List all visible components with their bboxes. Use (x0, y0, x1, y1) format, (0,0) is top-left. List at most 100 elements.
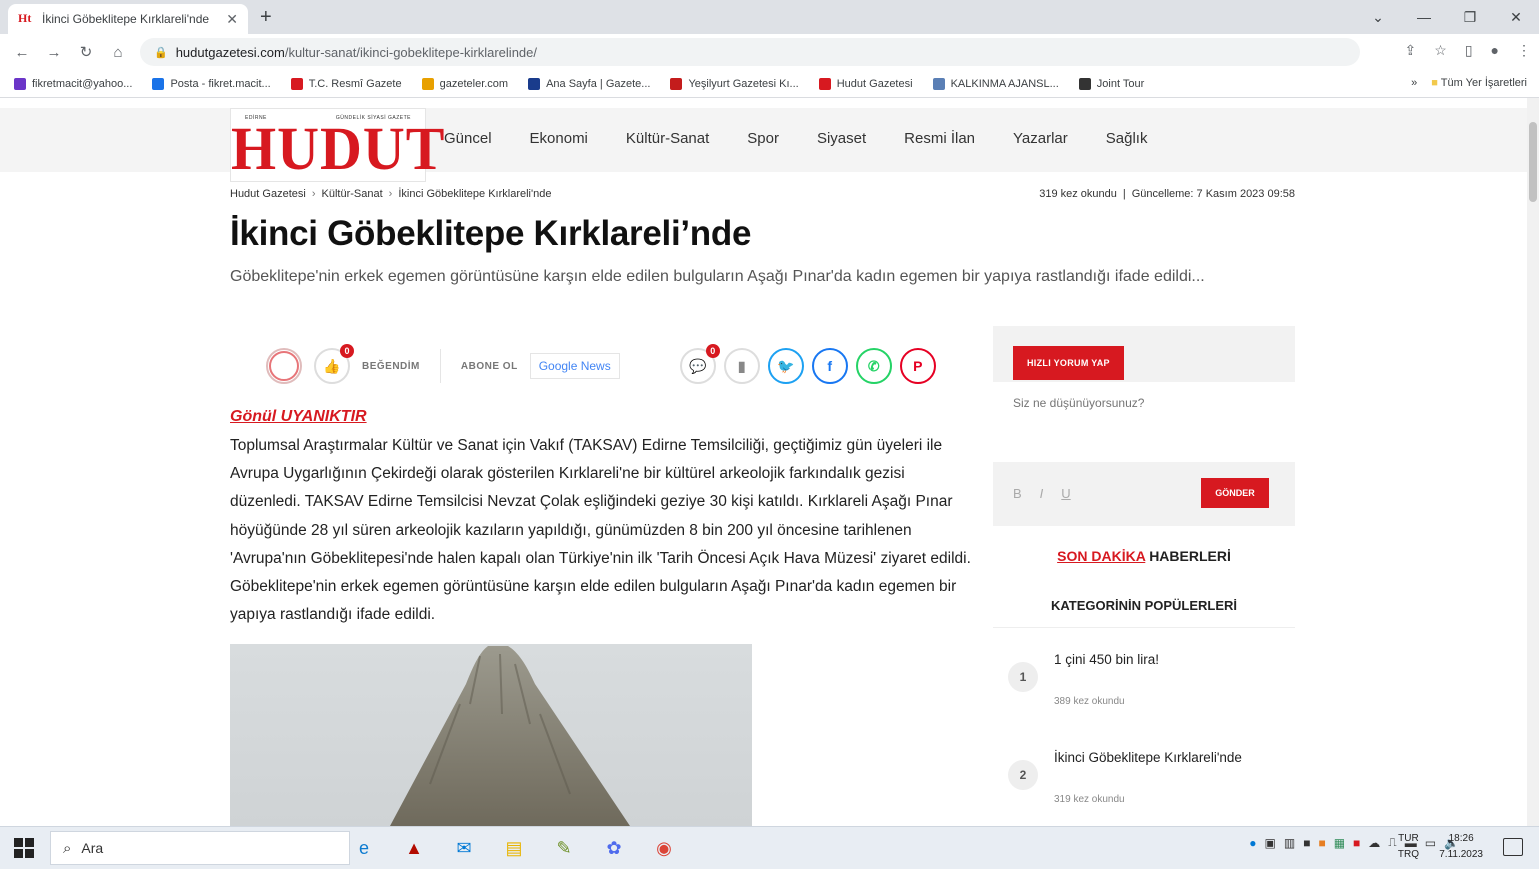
site-logo[interactable]: EDİRNE GÜNDELİK SİYASİ GAZETE HUDUT (230, 108, 444, 182)
close-window-icon[interactable]: ✕ (1493, 9, 1539, 26)
share-buttons: 💬 0 ▮ 🐦 f ✆ P (679, 344, 936, 384)
clock[interactable]: 18:26 7.11.2023 (1439, 831, 1483, 863)
menu-icon[interactable]: ⋮ (1517, 42, 1531, 59)
settings-app-icon[interactable]: ✿ (600, 831, 628, 865)
language-indicator[interactable]: TUR TRQ (1398, 831, 1419, 863)
breadcrumb-separator-icon: › (311, 188, 316, 200)
all-bookmarks[interactable]: ■ Tüm Yer İşaretleri (1431, 77, 1527, 89)
taskbar-search[interactable]: ⌕ Ara (50, 831, 350, 865)
dropbox-icon[interactable]: ● (1249, 836, 1256, 850)
minimize-icon[interactable]: — (1401, 9, 1447, 25)
breadcrumb-category[interactable]: Kültür-Sanat (322, 188, 383, 200)
italic-button[interactable]: I (1040, 486, 1044, 501)
url-field[interactable]: 🔒 hudutgazetesi.com/kultur-sanat/ikinci-… (140, 38, 1360, 66)
tray-app-icon[interactable]: ▦ (1334, 836, 1345, 850)
lock-icon[interactable]: 🔒 (154, 46, 168, 59)
nav-item-saglik[interactable]: Sağlık (1106, 130, 1148, 147)
popular-heading: KATEGORİNİN POPÜLERLERİ (993, 598, 1295, 628)
pinterest-share-button[interactable]: P (899, 348, 936, 384)
network-icon[interactable]: ▭ (1425, 836, 1436, 850)
nav-item-spor[interactable]: Spor (747, 130, 779, 147)
scrollbar-thumb[interactable] (1529, 122, 1537, 202)
bookmark-item[interactable]: Yeşilyurt Gazetesi Kı... (670, 77, 799, 90)
usb-icon[interactable]: ⎍ (1388, 835, 1396, 850)
back-icon[interactable]: ← (6, 44, 38, 61)
popular-title[interactable]: 1 çini 450 bin lira! (1054, 652, 1294, 667)
tab-strip: Ht İkinci Göbeklitepe Kırklareli'nde ✕ +… (0, 0, 1539, 34)
twitter-share-button[interactable]: 🐦 (767, 348, 804, 384)
tray-app-icon[interactable]: ■ (1318, 836, 1325, 850)
mail-icon[interactable]: ✉ (450, 831, 478, 865)
bookmark-item[interactable]: KALKINMA AJANSL... (932, 77, 1059, 90)
whatsapp-icon: ✆ (867, 357, 880, 374)
nav-item-kultur-sanat[interactable]: Kültür-Sanat (626, 130, 709, 147)
bookmark-item[interactable]: Joint Tour (1078, 77, 1144, 90)
author-link[interactable]: Gönül UYANIKTIR (230, 408, 367, 426)
breaking-news-heading[interactable]: SON DAKİKA HABERLERİ (993, 548, 1295, 564)
chrome-icon[interactable]: ◉ (650, 831, 678, 865)
share-icon[interactable]: ⇪ (1405, 42, 1417, 59)
bold-button[interactable]: B (1013, 486, 1022, 501)
close-tab-icon[interactable]: ✕ (226, 11, 238, 28)
app-icon[interactable]: ✎ (550, 831, 578, 865)
subscribe-label: ABONE OL (460, 360, 518, 372)
popular-title[interactable]: İkinci Göbeklitepe Kırklareli'nde (1054, 750, 1294, 765)
comment-button[interactable]: 💬 0 (679, 344, 720, 384)
tray-app-icon[interactable]: ▣ (1265, 836, 1276, 850)
like-button[interactable]: 👍 0 (314, 344, 354, 384)
tab-search-icon[interactable]: ⌄ (1355, 9, 1401, 26)
profile-icon[interactable]: ● (1491, 42, 1499, 59)
nav-item-guncel[interactable]: Güncel (444, 130, 492, 147)
breadcrumb-separator-icon: › (388, 188, 393, 200)
nav-item-siyaset[interactable]: Siyaset (817, 130, 866, 147)
facebook-share-button[interactable]: f (811, 348, 848, 384)
thatched-hut-image (390, 646, 630, 826)
article-image (230, 644, 752, 826)
whatsapp-share-button[interactable]: ✆ (855, 348, 892, 384)
bookmark-item[interactable]: fikretmacit@yahoo... (14, 77, 132, 90)
nav-item-yazarlar[interactable]: Yazarlar (1013, 130, 1068, 147)
google-news-button[interactable]: Google News (529, 353, 620, 379)
browser-tab[interactable]: Ht İkinci Göbeklitepe Kırklareli'nde ✕ (8, 4, 248, 34)
new-tab-icon[interactable]: + (260, 6, 272, 29)
comment-input[interactable] (993, 382, 1295, 462)
like-label[interactable]: BEĞENDİM (362, 361, 420, 372)
bookmark-item[interactable]: Hudut Gazetesi (818, 77, 913, 90)
tray-app-icon[interactable]: ■ (1303, 836, 1310, 850)
send-comment-button[interactable]: GÖNDER (1201, 478, 1269, 508)
hudut-favicon-icon: Ht (18, 11, 32, 25)
home-icon[interactable]: ⌂ (102, 44, 134, 61)
bookmark-favicon-icon (932, 77, 945, 90)
underline-button[interactable]: U (1061, 486, 1070, 501)
forward-icon[interactable]: → (38, 44, 70, 61)
restore-icon[interactable]: ❐ (1447, 9, 1493, 26)
chevron-right-icon[interactable]: » (1411, 77, 1417, 89)
file-explorer-icon[interactable]: ▤ (500, 831, 528, 865)
nav-item-ekonomi[interactable]: Ekonomi (530, 130, 588, 147)
article-actions: 👍 0 BEĞENDİM ABONE OL Google News 💬 0 ▮ 🐦… (230, 338, 980, 394)
nav-item-resmi-ilan[interactable]: Resmi İlan (904, 130, 975, 147)
cloud-icon[interactable]: ☁ (1368, 836, 1380, 850)
bookmark-item[interactable]: gazeteler.com (421, 77, 508, 90)
bookmark-item[interactable]: Posta - fikret.macit... (152, 77, 271, 90)
windows-start-icon[interactable] (14, 838, 34, 858)
comment-count-badge: 0 (705, 344, 720, 358)
acrobat-icon[interactable]: ▲ (400, 831, 428, 865)
comment-icon: 💬 (689, 357, 707, 374)
page-scrollbar[interactable] (1527, 98, 1539, 826)
reaction-icon[interactable] (266, 348, 302, 384)
reload-icon[interactable]: ↻ (70, 43, 102, 61)
side-panel-icon[interactable]: ▯ (1465, 42, 1473, 59)
edge-icon[interactable]: e (350, 831, 378, 865)
address-bar: ← → ↻ ⌂ 🔒 hudutgazetesi.com/kultur-sanat… (0, 34, 1539, 70)
tray-app-icon[interactable]: ■ (1353, 836, 1360, 850)
facebook-icon: f (827, 358, 833, 374)
breadcrumb-home[interactable]: Hudut Gazetesi (230, 188, 306, 200)
star-icon[interactable]: ☆ (1434, 42, 1447, 59)
bookmark-item[interactable]: Ana Sayfa | Gazete... (528, 77, 650, 90)
notification-icon[interactable] (1503, 838, 1523, 856)
tray-app-icon[interactable]: ▥ (1284, 836, 1295, 850)
bookmark-button[interactable]: ▮ (723, 348, 760, 384)
bookmark-item[interactable]: T.C. Resmî Gazete (290, 77, 402, 90)
system-tray: ● ▣ ▥ ■ ■ ▦ ■ ☁ ⎍ ▬ ▭ 🔈 (1249, 835, 1459, 850)
